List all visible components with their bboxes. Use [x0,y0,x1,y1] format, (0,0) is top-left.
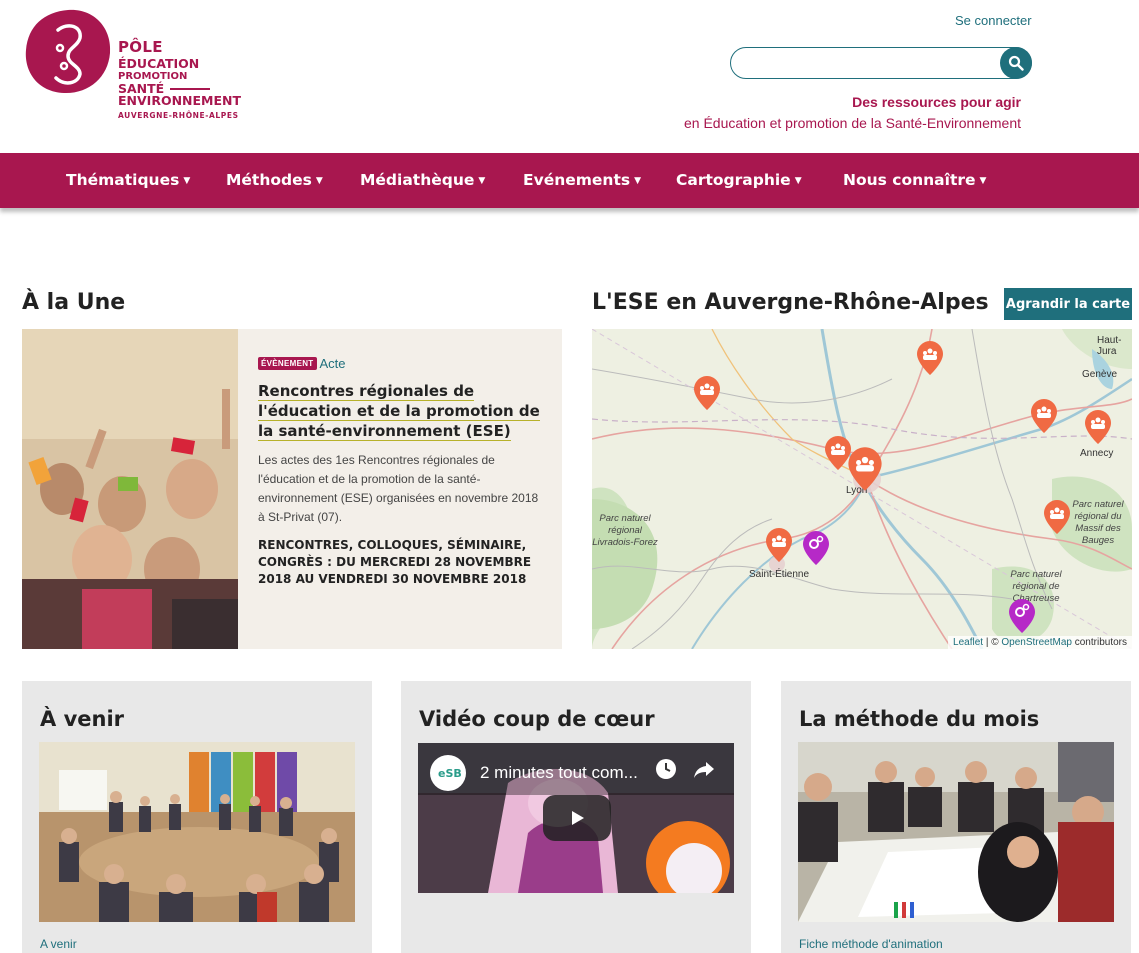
logo-text: PÔLE ÉDUCATION PROMOTION SANTÉ ENVIRONNE… [118,40,241,119]
login-link[interactable]: Se connecter [955,13,1032,28]
logo-line-environnement: ENVIRONNEMENT [118,93,242,108]
map-marker-method[interactable] [802,530,830,566]
card-video: Vidéo coup de cœur eSB 2 minutes tout co… [401,681,751,953]
card-a-venir: À venir A venir [22,681,372,953]
map-marker-event[interactable] [1030,398,1058,434]
map-attribution: Leaflet | © OpenStreetMap contributors [948,636,1132,649]
logo-line-education: ÉDUCATION [118,56,200,71]
play-icon [572,811,584,825]
leaflet-link[interactable]: Leaflet [953,637,983,648]
site-logo[interactable]: PÔLE ÉDUCATION PROMOTION SANTÉ ENVIRONNE… [24,8,254,133]
map-city-haut-jura: Haut-Jura [1097,335,1122,357]
map-city-geneve: Genève [1082,369,1118,380]
event-badge: ÉVÈNEMENT [258,357,317,370]
caret-down-icon: ▼ [183,176,191,186]
nav-item-methodes[interactable]: Méthodes ▼ [226,171,323,189]
clock-icon[interactable] [654,757,678,781]
meeting-circle-image [39,742,355,922]
map-label-bauges: Parc naturel régional du Massif des Baug… [1072,499,1124,546]
card-title: À venir [40,707,124,731]
attribution-sep: | © [985,637,999,648]
nav-label: Médiathèque [360,171,475,189]
video-title[interactable]: 2 minutes tout com... [480,763,638,783]
logo-line-region: AUVERGNE-RHÔNE-ALPES [118,110,239,120]
caret-down-icon: ▼ [478,176,486,186]
attribution-contributors: contributors [1074,637,1127,648]
une-description: Les actes des 1es Rencontres régionales … [258,453,539,524]
une-section-title: À la Une [22,290,126,315]
map-section-title: L'ESE en Auvergne-Rhône-Alpes [592,290,989,315]
workshop-image [798,742,1114,922]
logo-line-pole: PÔLE [118,38,163,56]
map-marker-event[interactable] [1084,409,1112,445]
share-icon[interactable] [692,757,716,781]
une-photo [22,329,238,649]
category-link[interactable]: Acte [320,356,346,371]
card-title: La méthode du mois [799,707,1040,731]
card-methode: La méthode du mois Fiche méthode d'anima… [781,681,1131,953]
channel-logo-icon: eSB [434,759,462,787]
card-image-a-venir[interactable] [39,742,355,922]
map-marker-event[interactable] [765,527,793,563]
search-icon [1008,55,1024,71]
map-label-livradois: Parc naturel régional Livradois-Forez [592,513,658,548]
nav-item-nous-connaitre[interactable]: Nous connaître ▼ [843,171,986,189]
logo-dash [170,88,211,90]
une-article-title[interactable]: Rencontres régionales de l'éducation et … [258,381,543,441]
nav-label: Nous connaître [843,171,976,189]
nav-label: Méthodes [226,171,312,189]
map-marker-method[interactable] [1008,598,1036,634]
tagline-bold: Des ressources pour agir [852,94,1021,110]
caret-down-icon: ▼ [315,176,323,186]
map-marker-cluster[interactable] [847,446,883,492]
une-content: ÉVÈNEMENT Acte Rencontres régionales de l… [258,355,543,588]
search-input[interactable] [730,47,1032,79]
svg-text:eSB: eSB [438,767,462,780]
logo-mark-icon [25,9,111,94]
nav-item-mediatheque[interactable]: Médiathèque ▼ [360,171,485,189]
channel-avatar[interactable]: eSB [430,755,466,791]
card-link-methode[interactable]: Fiche méthode d'animation [799,937,943,951]
card-link-a-venir[interactable]: A venir [40,937,77,951]
caret-down-icon: ▼ [794,176,802,186]
map-city-saint-etienne: Saint-Étienne [749,569,810,580]
caret-down-icon: ▼ [979,176,987,186]
une-feature[interactable]: ÉVÈNEMENT Acte Rencontres régionales de l… [22,329,562,649]
card-title: Vidéo coup de cœur [419,707,655,731]
tagline: en Éducation et promotion de la Santé-En… [684,115,1021,131]
une-meta: ÉVÈNEMENT Acte [258,355,543,373]
nav-item-evenements[interactable]: Evénements ▼ [523,171,641,189]
region-map[interactable]: Parc naturel régional Livradois-Forez Pa… [592,329,1132,649]
map-marker-event[interactable] [1043,499,1071,535]
caret-down-icon: ▼ [634,176,642,186]
une-article-title-text: Rencontres régionales de l'éducation et … [258,382,540,441]
crowd-image [22,329,238,649]
card-image-methode[interactable] [798,742,1114,922]
nav-label: Thématiques [66,171,180,189]
logo-line-promotion: PROMOTION [118,70,188,82]
map-marker-event[interactable] [693,375,721,411]
nav-item-cartographie[interactable]: Cartographie ▼ [676,171,802,189]
nav-label: Evénements [523,171,631,189]
main-nav: Thématiques ▼ Méthodes ▼ Médiathèque ▼ Evén… [0,153,1139,208]
map-marker-event[interactable] [916,340,944,376]
osm-link[interactable]: OpenStreetMap [1001,637,1072,648]
page: PÔLE ÉDUCATION PROMOTION SANTÉ ENVIRONNE… [0,0,1139,953]
enlarge-map-button[interactable]: Agrandir la carte [1004,288,1132,320]
video-player[interactable]: eSB 2 minutes tout com... [418,743,734,893]
play-button[interactable] [543,795,611,841]
map-city-annecy: Annecy [1080,448,1114,459]
nav-item-thematiques[interactable]: Thématiques ▼ [66,171,190,189]
une-dates: RENCONTRES, COLLOQUES, SÉMINAIRE, CONGRÈ… [258,538,532,586]
nav-label: Cartographie [676,171,791,189]
search-button[interactable] [1000,47,1032,79]
